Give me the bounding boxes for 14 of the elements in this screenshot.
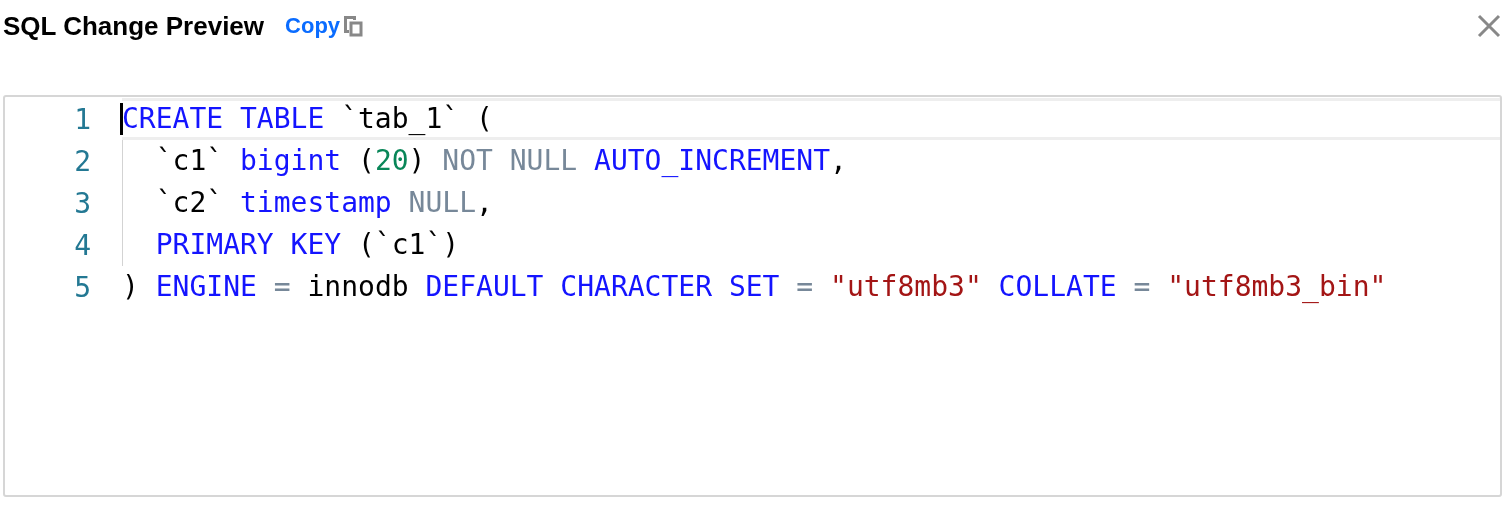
code-line: `c2` timestamp NULL, bbox=[155, 185, 493, 221]
close-button[interactable] bbox=[1476, 13, 1502, 39]
line-number: 4 bbox=[73, 228, 91, 262]
line-number: 3 bbox=[73, 186, 91, 220]
copy-icon bbox=[343, 15, 364, 37]
dialog-title: SQL Change Preview bbox=[3, 10, 265, 42]
code-line: CREATE TABLE `tab_1` ( bbox=[122, 101, 493, 137]
code-line: ) ENGINE = innodb DEFAULT CHARACTER SET = "utf8mb3" COLLATE = "utf8mb3_bin" bbox=[122, 269, 1387, 305]
line-number: 5 bbox=[73, 270, 91, 304]
code-line: PRIMARY KEY (`c1`) bbox=[155, 227, 460, 263]
code-line: `c1` bigint (20) NOT NULL AUTO_INCREMENT, bbox=[155, 143, 847, 179]
line-number: 2 bbox=[73, 144, 91, 178]
copy-link[interactable]: Copy bbox=[285, 13, 364, 39]
line-number: 1 bbox=[73, 102, 91, 136]
